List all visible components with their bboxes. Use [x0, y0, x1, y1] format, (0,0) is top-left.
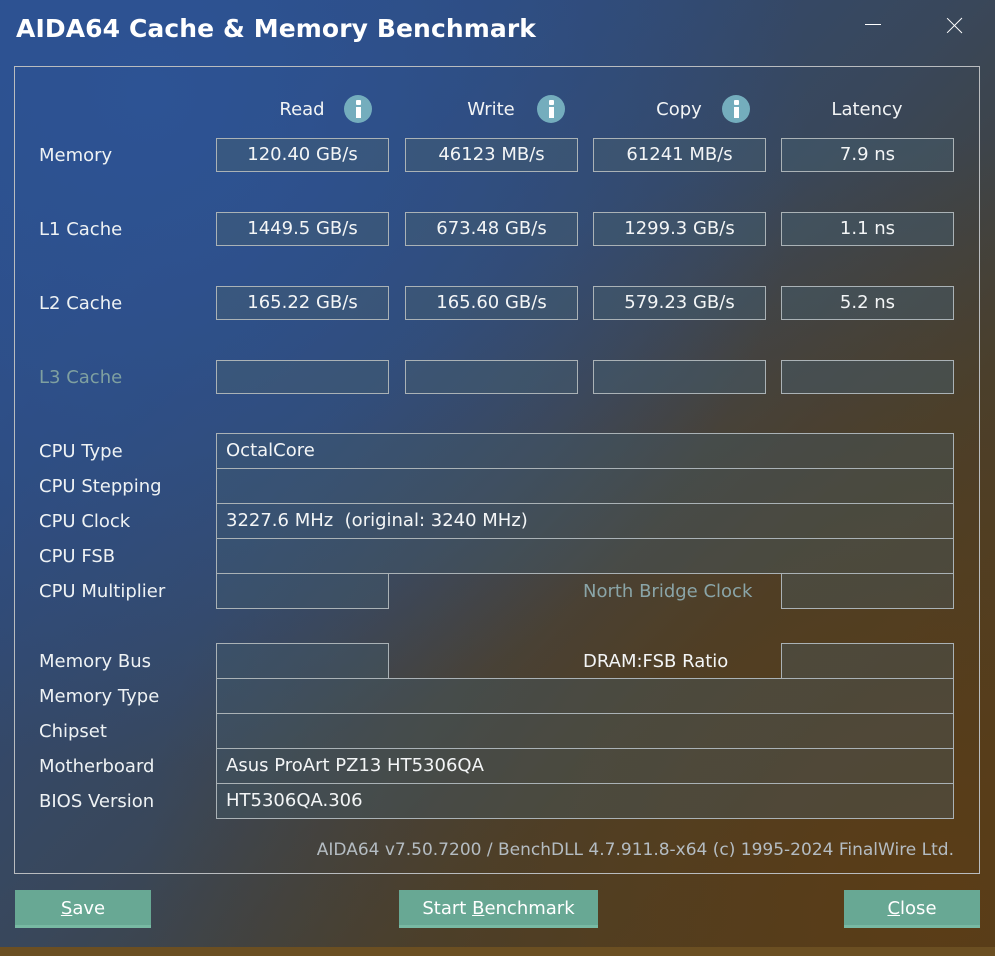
memory-copy-value: 61241 MB/s [593, 138, 766, 172]
label-memory-bus: Memory Bus [39, 651, 152, 672]
memory-latency-value: 7.9 ns [781, 138, 954, 172]
label-cpu-fsb: CPU FSB [39, 546, 116, 567]
row-label-l2-cache: L2 Cache [39, 293, 123, 314]
start-benchmark-button[interactable]: Start Benchmark [399, 890, 598, 928]
label-dram-fsb-ratio: DRAM:FSB Ratio [583, 651, 729, 672]
label-north-bridge-clock: North Bridge Clock [583, 581, 753, 602]
save-accelerator: S [60, 898, 73, 919]
north-bridge-clock-value [781, 573, 954, 609]
info-icon-read[interactable] [344, 95, 372, 123]
label-cpu-type: CPU Type [39, 441, 123, 462]
cpu-stepping-value [216, 468, 954, 504]
window-title: AIDA64 Cache & Memory Benchmark [16, 14, 537, 43]
column-header-latency: Latency [831, 99, 903, 120]
start-accelerator: B [472, 898, 485, 919]
row-label-l1-cache: L1 Cache [39, 219, 123, 240]
close-accelerator: C [887, 898, 901, 919]
motherboard-value: Asus ProArt PZ13 HT5306QA [216, 748, 954, 784]
row-label-memory: Memory [39, 145, 113, 166]
save-button[interactable]: Save [15, 890, 151, 928]
close-icon[interactable] [940, 10, 970, 40]
label-chipset: Chipset [39, 721, 107, 742]
save-label: ave [72, 898, 106, 919]
label-cpu-stepping: CPU Stepping [39, 476, 162, 497]
cpu-multiplier-value [216, 573, 389, 609]
l2-read-value: 165.22 GB/s [216, 286, 389, 320]
label-cpu-clock: CPU Clock [39, 511, 131, 532]
label-bios-version: BIOS Version [39, 791, 155, 812]
label-motherboard: Motherboard [39, 756, 155, 777]
start-label-prefix: Start [422, 898, 473, 919]
label-memory-type: Memory Type [39, 686, 160, 707]
l3-copy-value [593, 360, 766, 394]
memory-bus-value [216, 643, 389, 679]
chipset-value [216, 713, 954, 749]
cpu-clock-value: 3227.6 MHz (original: 3240 MHz) [216, 503, 954, 539]
l1-latency-value: 1.1 ns [781, 212, 954, 246]
window-bottom-edge [0, 947, 995, 956]
dram-fsb-ratio-value [781, 643, 954, 679]
l1-write-value: 673.48 GB/s [405, 212, 578, 246]
info-icon-copy[interactable] [722, 95, 750, 123]
cpu-type-value: OctalCore [216, 433, 954, 469]
l3-read-value [216, 360, 389, 394]
l1-copy-value: 1299.3 GB/s [593, 212, 766, 246]
memory-read-value: 120.40 GB/s [216, 138, 389, 172]
memory-type-value [216, 678, 954, 714]
info-icon-write[interactable] [537, 95, 565, 123]
memory-write-value: 46123 MB/s [405, 138, 578, 172]
start-label: enchmark [484, 898, 575, 919]
l1-read-value: 1449.5 GB/s [216, 212, 389, 246]
l3-latency-value [781, 360, 954, 394]
l2-write-value: 165.60 GB/s [405, 286, 578, 320]
minimize-icon[interactable] [858, 10, 888, 40]
row-label-l3-cache: L3 Cache [39, 367, 123, 388]
l2-copy-value: 579.23 GB/s [593, 286, 766, 320]
close-label: lose [900, 898, 937, 919]
l2-latency-value: 5.2 ns [781, 286, 954, 320]
label-cpu-multiplier: CPU Multiplier [39, 581, 166, 602]
version-copyright-text: AIDA64 v7.50.7200 / BenchDLL 4.7.911.8-x… [316, 840, 954, 860]
close-button[interactable]: Close [844, 890, 980, 928]
bios-version-value: HT5306QA.306 [216, 783, 954, 819]
cpu-fsb-value [216, 538, 954, 574]
l3-write-value [405, 360, 578, 394]
